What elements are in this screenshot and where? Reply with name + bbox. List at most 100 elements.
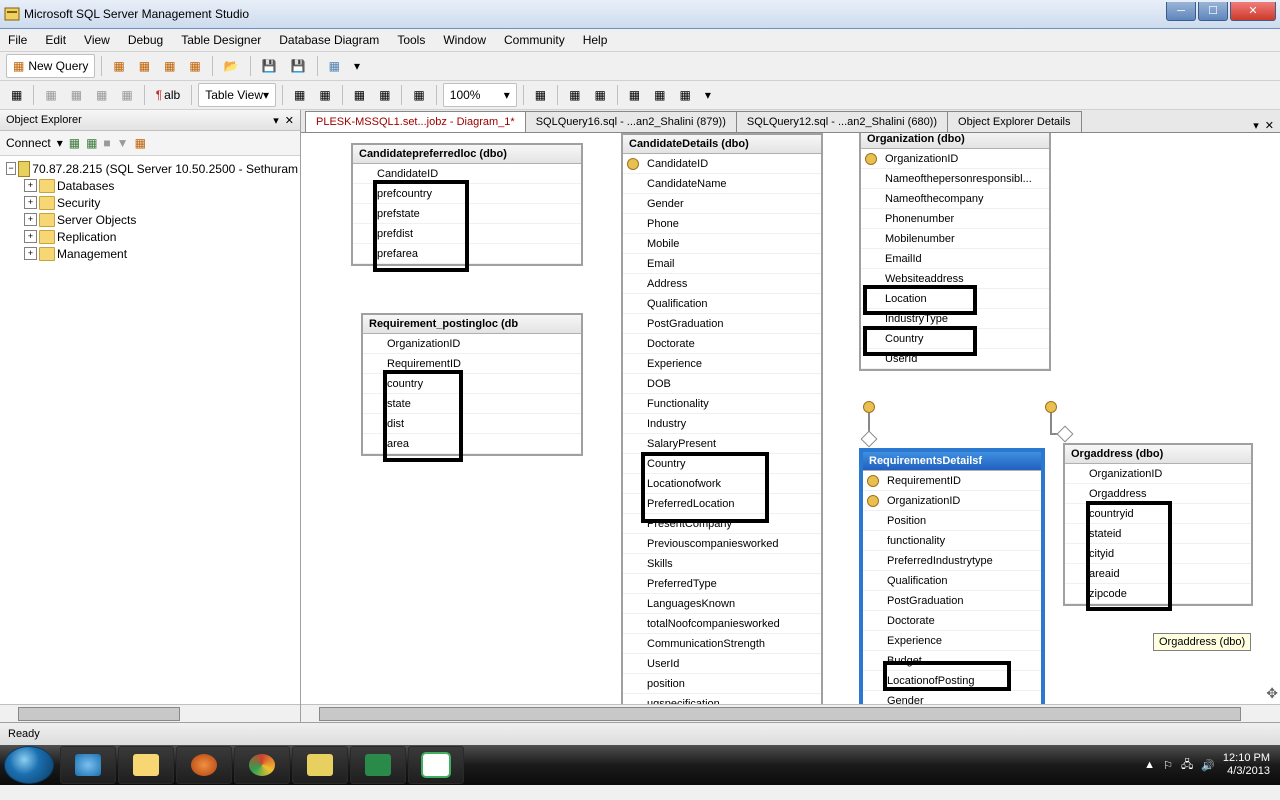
collapse-icon[interactable]: − bbox=[6, 162, 16, 175]
menu-help[interactable]: Help bbox=[583, 33, 608, 47]
toolbar-btn-2[interactable]: ▦ bbox=[134, 54, 155, 78]
menu-window[interactable]: Window bbox=[443, 33, 486, 47]
table-column-row[interactable]: Budget bbox=[863, 651, 1041, 671]
table-column-row[interactable]: Country bbox=[861, 329, 1049, 349]
tray-volume-icon[interactable]: 🔊 bbox=[1201, 759, 1215, 772]
table-column-row[interactable]: PostGraduation bbox=[623, 314, 821, 334]
connect-tb-2[interactable]: ▦ bbox=[86, 136, 97, 150]
menu-view[interactable]: View bbox=[84, 33, 110, 47]
tabs-dropdown-icon[interactable]: ▾ bbox=[1253, 119, 1259, 132]
table-column-row[interactable]: country bbox=[363, 374, 581, 394]
table-column-row[interactable]: PreferredIndustrytype bbox=[863, 551, 1041, 571]
table-column-row[interactable]: stateid bbox=[1065, 524, 1251, 544]
menu-file[interactable]: File bbox=[8, 33, 27, 47]
maximize-button[interactable]: ☐ bbox=[1198, 2, 1228, 21]
table-column-row[interactable]: Location bbox=[861, 289, 1049, 309]
table-column-row[interactable]: PresentCompany bbox=[623, 514, 821, 534]
tab-query12[interactable]: SQLQuery12.sql - ...an2_Shalini (680)) bbox=[736, 111, 948, 132]
table-column-row[interactable]: OrganizationID bbox=[363, 334, 581, 354]
table-column-row[interactable]: Experience bbox=[623, 354, 821, 374]
connect-tb-1[interactable]: ▦ bbox=[69, 136, 80, 150]
taskbar-ssms[interactable] bbox=[292, 746, 348, 784]
system-tray[interactable]: ▲ ⚐ 🖧 🔊 12:10 PM 4/3/2013 bbox=[1144, 752, 1276, 778]
table-column-row[interactable]: Previouscompaniesworked bbox=[623, 534, 821, 554]
table-column-row[interactable]: cityid bbox=[1065, 544, 1251, 564]
table-column-row[interactable]: ugspecification bbox=[623, 694, 821, 704]
table-column-row[interactable]: position bbox=[623, 674, 821, 694]
taskbar-clock[interactable]: 12:10 PM 4/3/2013 bbox=[1223, 752, 1270, 778]
table-column-row[interactable]: DOB bbox=[623, 374, 821, 394]
start-button[interactable] bbox=[4, 746, 54, 784]
taskbar-ie[interactable] bbox=[60, 746, 116, 784]
table-column-row[interactable]: Email bbox=[623, 254, 821, 274]
canvas-hscroll[interactable] bbox=[301, 704, 1280, 722]
table-column-row[interactable]: countryid bbox=[1065, 504, 1251, 524]
menu-community[interactable]: Community bbox=[504, 33, 565, 47]
tb2-btn-alb[interactable]: ¶alb bbox=[151, 83, 185, 107]
menu-tools[interactable]: Tools bbox=[397, 33, 425, 47]
table-organization[interactable]: Organization (dbo) OrganizationIDNameoft… bbox=[859, 133, 1051, 371]
tabs-close-icon[interactable]: ✕ bbox=[1265, 119, 1274, 132]
table-column-row[interactable]: RequirementID bbox=[863, 471, 1041, 491]
table-column-row[interactable]: Functionality bbox=[623, 394, 821, 414]
table-view-dropdown[interactable]: Table View ▾ bbox=[198, 83, 276, 107]
table-requirement-postingloc[interactable]: Requirement_postingloc (db OrganizationI… bbox=[361, 313, 583, 456]
table-column-row[interactable]: prefdist bbox=[353, 224, 581, 244]
object-explorer-hscroll[interactable] bbox=[0, 704, 300, 722]
pan-handle-icon[interactable]: ✥ bbox=[1266, 685, 1278, 702]
tray-arrow-icon[interactable]: ▲ bbox=[1144, 759, 1155, 771]
table-column-row[interactable]: PreferredLocation bbox=[623, 494, 821, 514]
table-column-row[interactable]: UserId bbox=[861, 349, 1049, 369]
table-column-row[interactable]: LocationofPosting bbox=[863, 671, 1041, 691]
table-column-row[interactable]: Position bbox=[863, 511, 1041, 531]
table-column-row[interactable]: Phonenumber bbox=[861, 209, 1049, 229]
table-column-row[interactable]: Orgaddress bbox=[1065, 484, 1251, 504]
tb2-btn-13[interactable]: ▦ bbox=[589, 83, 610, 107]
table-column-row[interactable]: Websiteaddress bbox=[861, 269, 1049, 289]
table-header[interactable]: Candidatepreferredloc (dbo) bbox=[353, 145, 581, 164]
table-column-row[interactable]: Nameofthecompany bbox=[861, 189, 1049, 209]
expand-icon[interactable]: + bbox=[24, 196, 37, 209]
table-column-row[interactable]: Qualification bbox=[863, 571, 1041, 591]
minimize-button[interactable]: ─ bbox=[1166, 2, 1196, 21]
tb2-btn-8[interactable]: ▦ bbox=[349, 83, 370, 107]
table-candidatedetails[interactable]: CandidateDetails (dbo) CandidateIDCandid… bbox=[621, 133, 823, 704]
table-column-row[interactable]: CandidateID bbox=[353, 164, 581, 184]
panel-close-icon[interactable]: ✕ bbox=[285, 114, 294, 127]
table-column-row[interactable]: Locationofwork bbox=[623, 474, 821, 494]
panel-dropdown-icon[interactable]: ▾ bbox=[273, 114, 279, 127]
tree-node-security[interactable]: + Security bbox=[2, 194, 298, 211]
table-header[interactable]: RequirementsDetailsf bbox=[863, 452, 1041, 471]
table-column-row[interactable]: Mobilenumber bbox=[861, 229, 1049, 249]
table-column-row[interactable]: CandidateName bbox=[623, 174, 821, 194]
toolbar-btn-3[interactable]: ▦ bbox=[159, 54, 180, 78]
table-column-row[interactable]: prefcountry bbox=[353, 184, 581, 204]
table-column-row[interactable]: OrganizationID bbox=[1065, 464, 1251, 484]
table-column-row[interactable]: Gender bbox=[623, 194, 821, 214]
menu-debug[interactable]: Debug bbox=[128, 33, 163, 47]
table-column-row[interactable]: SalaryPresent bbox=[623, 434, 821, 454]
open-button[interactable]: 📂 bbox=[219, 54, 244, 78]
tb2-btn-9[interactable]: ▦ bbox=[374, 83, 395, 107]
tree-node-replication[interactable]: + Replication bbox=[2, 228, 298, 245]
connect-tb-4[interactable]: ▼ bbox=[117, 136, 129, 150]
tb2-dd[interactable]: ▾ bbox=[700, 83, 716, 107]
table-header[interactable]: CandidateDetails (dbo) bbox=[623, 135, 821, 154]
table-column-row[interactable]: dist bbox=[363, 414, 581, 434]
taskbar-excel[interactable] bbox=[350, 746, 406, 784]
tray-flag-icon[interactable]: ⚐ bbox=[1163, 759, 1173, 772]
tb2-btn-15[interactable]: ▦ bbox=[649, 83, 670, 107]
toolbar-btn-4[interactable]: ▦ bbox=[184, 54, 205, 78]
table-column-row[interactable]: EmailId bbox=[861, 249, 1049, 269]
table-column-row[interactable]: LanguagesKnown bbox=[623, 594, 821, 614]
table-header[interactable]: Organization (dbo) bbox=[861, 133, 1049, 149]
tb2-btn-10[interactable]: ▦ bbox=[408, 83, 429, 107]
table-column-row[interactable]: totalNoofcompaniesworked bbox=[623, 614, 821, 634]
table-column-row[interactable]: RequirementID bbox=[363, 354, 581, 374]
connect-button[interactable]: Connect bbox=[6, 136, 51, 150]
tab-obj-details[interactable]: Object Explorer Details bbox=[947, 111, 1082, 132]
table-column-row[interactable]: Doctorate bbox=[623, 334, 821, 354]
tb2-btn-12[interactable]: ▦ bbox=[564, 83, 585, 107]
table-column-row[interactable]: zipcode bbox=[1065, 584, 1251, 604]
table-column-row[interactable]: Skills bbox=[623, 554, 821, 574]
